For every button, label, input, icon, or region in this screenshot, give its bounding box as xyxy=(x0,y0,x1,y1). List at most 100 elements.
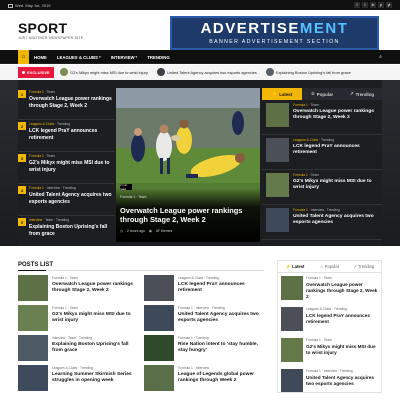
category-link[interactable]: Interview xyxy=(47,186,60,190)
category-link[interactable]: Trending xyxy=(334,307,347,311)
list-item[interactable]: Formula 1 · Interview League of Legends … xyxy=(144,365,264,395)
post-thumbnail[interactable] xyxy=(144,365,174,391)
category-link[interactable]: Trending xyxy=(79,336,92,340)
twitter-icon[interactable]: t xyxy=(362,2,368,8)
category-link[interactable]: Leagues & Clubs xyxy=(52,366,77,370)
list-item[interactable]: Formula 1 · Trending Rise Nation intent … xyxy=(144,335,264,365)
post-thumbnail[interactable] xyxy=(281,276,303,300)
category-link[interactable]: Formula 1 xyxy=(178,306,193,310)
post-title[interactable]: League of Legends global power rankings … xyxy=(178,372,264,384)
post-title[interactable]: Learning Summer Skirmish Series struggle… xyxy=(52,372,138,384)
post-title[interactable]: LCK legend PraY announces retirement xyxy=(178,282,264,294)
youtube-icon[interactable]: yt xyxy=(386,2,392,8)
category-link[interactable]: Trending xyxy=(340,369,353,373)
category-link[interactable]: Trending xyxy=(212,306,225,310)
post-thumbnail[interactable] xyxy=(281,307,303,331)
post-title[interactable]: LCK legend PraY announces retirement xyxy=(306,313,380,325)
post-title[interactable]: Explaining Boston Uprising's fall from g… xyxy=(29,224,113,237)
post-title[interactable]: United Talent Agency acquires two esport… xyxy=(178,312,264,324)
category-link[interactable]: Team xyxy=(47,154,55,158)
search-icon[interactable]: ⌕ xyxy=(379,54,382,60)
category-link[interactable]: Team xyxy=(70,276,78,280)
tab-latest[interactable]: ⚡ Latest xyxy=(278,261,312,272)
post-title[interactable]: United Talent Agency acquires two esport… xyxy=(306,375,380,387)
category-link[interactable]: Leagues & Clubs xyxy=(306,307,331,311)
home-icon[interactable]: ⌂ xyxy=(18,50,29,64)
post-title[interactable]: United Talent Agency acquires two esport… xyxy=(293,214,379,226)
category-link[interactable]: Formula 1 xyxy=(52,306,67,310)
nav-item-leagues-clubs[interactable]: LEAGUES & CLUBS ▾ xyxy=(52,55,106,60)
post-title[interactable]: G2's Mikyx might miss MSI due to wrist i… xyxy=(52,312,138,324)
category-link[interactable]: Formula 1 xyxy=(29,90,44,94)
featured-title[interactable]: Overwatch League power rankings through … xyxy=(120,206,256,225)
post-author[interactable]: AF themes xyxy=(156,229,172,233)
post-thumbnail[interactable] xyxy=(266,173,289,197)
list-item[interactable]: 4 Formula 1 · Interview · Trending Unite… xyxy=(18,184,115,216)
post-thumbnail[interactable] xyxy=(266,138,289,162)
category-link[interactable]: Trending xyxy=(196,336,209,340)
ticker-item[interactable]: Explaining Boston Uprising's fall from g… xyxy=(265,68,351,76)
category-link[interactable]: Trending xyxy=(327,208,340,212)
facebook-icon[interactable]: f xyxy=(354,2,360,8)
category-link[interactable]: Trending xyxy=(57,122,70,126)
post-title[interactable]: LCK legend PraY announces retirement xyxy=(293,144,379,156)
post-title[interactable]: LCK legend PraY announces retirement xyxy=(29,128,113,141)
post-title[interactable]: G2's Mikyx might miss MSI due to wrist i… xyxy=(293,179,379,191)
category-link[interactable]: Team xyxy=(324,276,332,280)
post-title[interactable]: Overwatch League power rankings through … xyxy=(293,109,379,121)
post-thumbnail[interactable] xyxy=(18,335,48,361)
category-link[interactable]: Trending xyxy=(206,276,219,280)
category-link[interactable]: Trending xyxy=(80,366,93,370)
post-thumbnail[interactable] xyxy=(144,275,174,301)
list-item[interactable]: Formula 1 · Team G2's Mikyx might miss M… xyxy=(262,170,382,205)
category-link[interactable]: Interview xyxy=(29,218,42,222)
tab-trending[interactable]: ↗ Trending xyxy=(347,261,381,272)
category-link[interactable]: Interview xyxy=(324,369,337,373)
list-item[interactable]: 2 Leagues & Clubs · Trending LCK legend … xyxy=(18,120,115,152)
category-link[interactable]: Formula 1 xyxy=(293,208,308,212)
nav-item-trending[interactable]: TRENDING xyxy=(142,55,174,60)
ticker-item[interactable]: United Talent Agency acquires two esport… xyxy=(156,68,257,76)
category-link[interactable]: Formula 1 xyxy=(29,154,44,158)
list-item[interactable]: Interview · Team · Trending Explaining B… xyxy=(18,335,138,365)
post-title[interactable]: Overwatch League power rankings through … xyxy=(52,282,138,294)
post-thumbnail[interactable] xyxy=(266,208,289,232)
list-item[interactable]: Formula 1 · Team Overwatch League power … xyxy=(18,275,138,305)
nav-item-home[interactable]: HOME xyxy=(29,55,52,60)
category-link[interactable]: Formula 1 xyxy=(52,276,67,280)
list-item[interactable]: 3 Formula 1 · Team G2's Mikyx might miss… xyxy=(18,152,115,184)
category-link[interactable]: Team xyxy=(311,173,319,177)
category-link[interactable]: Team xyxy=(45,218,53,222)
featured-post[interactable]: 2 min read Formula 1 · Team Overwatch Le… xyxy=(116,88,260,242)
post-thumbnail[interactable] xyxy=(18,305,48,331)
list-item[interactable]: Leagues & Clubs · Trending LCK legend Pr… xyxy=(278,304,381,335)
post-thumbnail[interactable] xyxy=(18,365,48,391)
list-item[interactable]: Formula 1 · Interview · Trending United … xyxy=(278,366,381,392)
category-link[interactable]: Team xyxy=(68,336,76,340)
post-thumbnail[interactable] xyxy=(281,338,303,362)
post-title[interactable]: G2's Mikyx might miss MSI due to wrist i… xyxy=(29,160,113,173)
list-item[interactable]: Leagues & Clubs · Trending Learning Summ… xyxy=(18,365,138,395)
category-link[interactable]: Formula 1 xyxy=(306,369,321,373)
category-link[interactable]: Formula 1 xyxy=(306,276,321,280)
post-title[interactable]: Explaining Boston Uprising's fall from g… xyxy=(52,342,138,354)
category-link[interactable]: Leagues & Clubs xyxy=(29,122,54,126)
category-link[interactable]: Leagues & Clubs xyxy=(178,276,203,280)
list-item[interactable]: 5 Interview · Team · Trending Explaining… xyxy=(18,216,115,248)
list-item[interactable]: Formula 1 · Team G2's Mikyx might miss M… xyxy=(278,335,381,366)
pinterest-icon[interactable]: p xyxy=(378,2,384,8)
list-item[interactable]: Formula 1 · Interview · Trending United … xyxy=(144,305,264,335)
category-link[interactable]: Formula 1 xyxy=(178,336,193,340)
category-link[interactable]: Interview xyxy=(311,208,324,212)
tab-trending[interactable]: ↗ Trending xyxy=(342,88,382,100)
list-item[interactable]: Formula 1 · Interview · Trending United … xyxy=(262,205,382,240)
category-link[interactable]: Formula 1 xyxy=(293,173,308,177)
post-title[interactable]: United Talent Agency acquires two esport… xyxy=(29,192,113,205)
linkedin-icon[interactable]: in xyxy=(370,2,376,8)
list-item[interactable]: Formula 1 · Team Overwatch League power … xyxy=(262,100,382,135)
list-item[interactable]: Formula 1 · Team Overwatch League power … xyxy=(278,273,381,304)
category-link[interactable]: Interview xyxy=(52,336,65,340)
ticker-item[interactable]: G2's Mikyx might miss MSI due to wrist i… xyxy=(60,68,148,76)
post-thumbnail[interactable] xyxy=(281,369,303,392)
category-link[interactable]: Team xyxy=(311,103,319,107)
